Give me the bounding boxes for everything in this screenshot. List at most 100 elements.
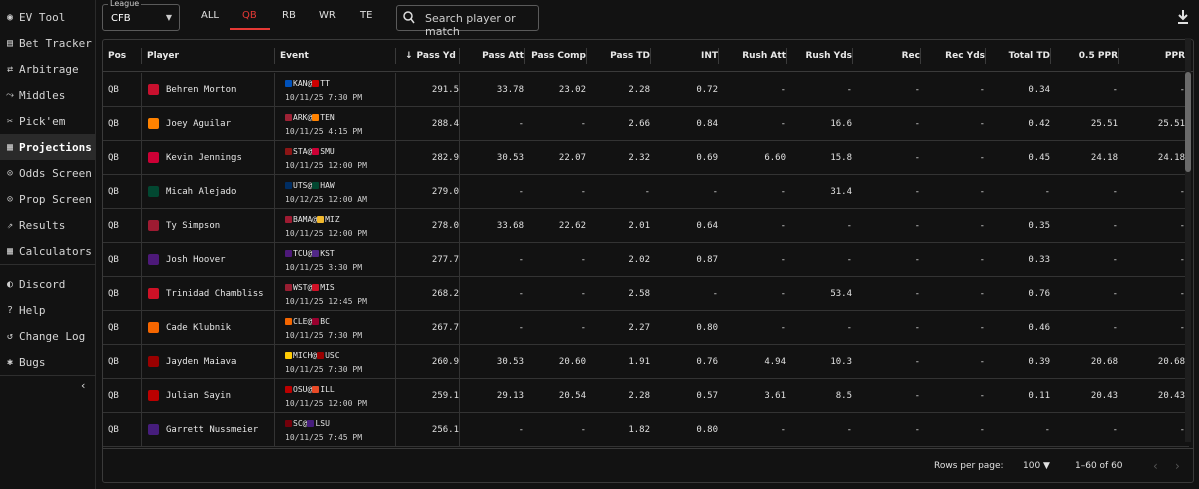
away-team-logo-icon: [285, 148, 292, 155]
sidebar-item-arbitrage[interactable]: ⇄ Arbitrage: [0, 56, 96, 82]
column-header-pos[interactable]: Pos: [108, 40, 140, 72]
table-row[interactable]: QB Garrett Nussmeier SC@ LSU 10/11/25 7:45 P…: [103, 413, 1189, 447]
cell-divider: [395, 311, 396, 345]
pass-att-cell: 30.53: [496, 153, 524, 163]
tab-te[interactable]: TE: [360, 10, 372, 21]
column-header-rush-yds[interactable]: Rush Yds: [790, 40, 852, 72]
pass-yd-cell: 259.1: [431, 391, 459, 401]
column-separator[interactable]: [786, 48, 787, 64]
column-header-player[interactable]: Player: [147, 40, 272, 72]
total-td-cell: 0.11: [1028, 391, 1050, 401]
home-team-logo-icon: [317, 352, 325, 359]
collapse-sidebar-icon[interactable]: ‹: [81, 379, 85, 392]
column-separator[interactable]: [1050, 48, 1051, 64]
column-header-pass-yd[interactable]: ↓ Pass Yd: [399, 40, 459, 72]
column-separator[interactable]: [1118, 48, 1119, 64]
player-name[interactable]: Ty Simpson: [166, 209, 220, 243]
home-team: TEN: [320, 113, 335, 122]
league-select[interactable]: League CFB ▼: [102, 0, 180, 31]
sidebar-item-help[interactable]: ? Help: [0, 297, 96, 323]
column-separator[interactable]: [524, 48, 525, 64]
column-separator[interactable]: [852, 48, 853, 64]
player-name[interactable]: Julian Sayin: [166, 379, 231, 413]
column-separator[interactable]: [141, 48, 142, 64]
table-row[interactable]: QB Ty Simpson BAMA@ MIZ 10/11/25 12:00 PM 278…: [103, 209, 1189, 243]
table-row[interactable]: QB Joey Aguilar ARK@ TEN 10/11/25 4:15 PM 288…: [103, 107, 1189, 141]
cell-divider: [274, 73, 275, 107]
table-row[interactable]: QB Cade Klubnik CLE@ BC 10/11/25 7:30 PM 267.…: [103, 311, 1189, 345]
sidebar-item-middles[interactable]: ⤳ Middles: [0, 82, 96, 108]
rec-yds-cell: -: [979, 153, 985, 163]
cell-divider: [141, 345, 142, 379]
column-separator[interactable]: [586, 48, 587, 64]
column-header-int[interactable]: INT: [654, 40, 718, 72]
player-name[interactable]: Garrett Nussmeier: [166, 413, 258, 447]
tab-wr[interactable]: WR: [319, 10, 336, 21]
pass-comp-cell: -: [580, 289, 586, 299]
table-row[interactable]: QB Behren Morton KAN@ TT 10/11/25 7:30 PM 291…: [103, 73, 1189, 107]
player-name[interactable]: Kevin Jennings: [166, 141, 242, 175]
topbar: League CFB ▼ ALL QB RB WR TE Search play…: [96, 0, 1199, 40]
away-team-logo-icon: [285, 318, 292, 325]
event-date: 10/11/25 3:30 PM: [285, 263, 363, 272]
column-separator[interactable]: [459, 48, 460, 64]
team-logo-icon: [148, 424, 159, 435]
table-row[interactable]: QB Micah Alejado UTS@ HAW 10/12/25 12:00 AM 2…: [103, 175, 1189, 209]
sidebar-item-calculators[interactable]: ▦ Calculators: [0, 238, 96, 264]
column-header-pass-att[interactable]: Pass Att: [463, 40, 524, 72]
column-separator[interactable]: [920, 48, 921, 64]
sidebar-item-discord[interactable]: ◐ Discord: [0, 271, 96, 297]
cell-divider: [274, 345, 275, 379]
column-header-rec-yds[interactable]: Rec Yds: [924, 40, 985, 72]
column-separator[interactable]: [395, 48, 396, 64]
sidebar-item-results[interactable]: ⇗ Results: [0, 212, 96, 238]
column-header-event[interactable]: Event: [280, 40, 395, 72]
sidebar-item-projections[interactable]: ▦ Projections: [0, 134, 96, 160]
column-header-total-td[interactable]: Total TD: [989, 40, 1050, 72]
position-cell: QB: [108, 289, 119, 299]
player-name[interactable]: Trinidad Chambliss: [166, 277, 264, 311]
player-name[interactable]: Behren Morton: [166, 73, 236, 107]
player-name[interactable]: Jayden Maiava: [166, 345, 236, 379]
table-row[interactable]: QB Josh Hoover TCU@ KST 10/11/25 3:30 PM 277.…: [103, 243, 1189, 277]
cell-divider: [274, 243, 275, 277]
sidebar-item-change-log[interactable]: ↺ Change Log: [0, 323, 96, 349]
table-row[interactable]: QB Kevin Jennings STA@ SMU 10/11/25 12:00 PM…: [103, 141, 1189, 175]
download-icon[interactable]: [1176, 9, 1190, 25]
sidebar-item-ev-tool[interactable]: ◉ EV Tool: [0, 4, 96, 30]
tab-rb[interactable]: RB: [282, 10, 296, 21]
column-separator[interactable]: [650, 48, 651, 64]
column-header-rec[interactable]: Rec: [856, 40, 920, 72]
next-page-icon[interactable]: ›: [1175, 459, 1180, 473]
sidebar-item-bet-tracker[interactable]: ▤ Bet Tracker: [0, 30, 96, 56]
pass-yd-cell: 267.7: [431, 323, 459, 333]
column-header-pass-comp[interactable]: Pass Comp: [528, 40, 586, 72]
cell-divider: [274, 311, 275, 345]
column-separator[interactable]: [985, 48, 986, 64]
table-row[interactable]: QB Jayden Maiava MICH@ USC 10/11/25 7:30 PM 2…: [103, 345, 1189, 379]
sidebar-item-bugs[interactable]: ✱ Bugs: [0, 349, 96, 375]
player-name[interactable]: Josh Hoover: [166, 243, 226, 277]
rows-per-page-select[interactable]: 100 ▼: [1023, 461, 1050, 471]
search-input[interactable]: Search player or match: [396, 5, 539, 38]
sidebar-item-prop-screen[interactable]: ⊙ Prop Screen: [0, 186, 96, 212]
column-header-0-5-ppr[interactable]: 0.5 PPR: [1054, 40, 1118, 72]
player-name[interactable]: Cade Klubnik: [166, 311, 231, 345]
player-name[interactable]: Joey Aguilar: [166, 107, 231, 141]
tab-all[interactable]: ALL: [201, 10, 219, 21]
column-separator[interactable]: [274, 48, 275, 64]
prev-page-icon[interactable]: ‹: [1153, 459, 1158, 473]
column-header-pass-td[interactable]: Pass TD: [590, 40, 650, 72]
column-separator[interactable]: [718, 48, 719, 64]
sidebar-item-pick-em[interactable]: ✂ Pick'em: [0, 108, 96, 134]
sidebar-item-odds-screen[interactable]: ⊙ Odds Screen: [0, 160, 96, 186]
table-row[interactable]: QB Trinidad Chambliss WST@ MIS 10/11/25 12:4…: [103, 277, 1189, 311]
scrollbar-thumb[interactable]: [1185, 72, 1191, 172]
pass-td-cell: 1.82: [628, 425, 650, 435]
total-td-cell: 0.34: [1028, 85, 1050, 95]
table-row[interactable]: QB Julian Sayin OSU@ ILL 10/11/25 12:00 PM 25…: [103, 379, 1189, 413]
player-name[interactable]: Micah Alejado: [166, 175, 236, 209]
column-header-rush-att[interactable]: Rush Att: [722, 40, 786, 72]
tab-qb[interactable]: QB: [242, 10, 257, 21]
column-header-ppr[interactable]: PPR: [1122, 40, 1185, 72]
